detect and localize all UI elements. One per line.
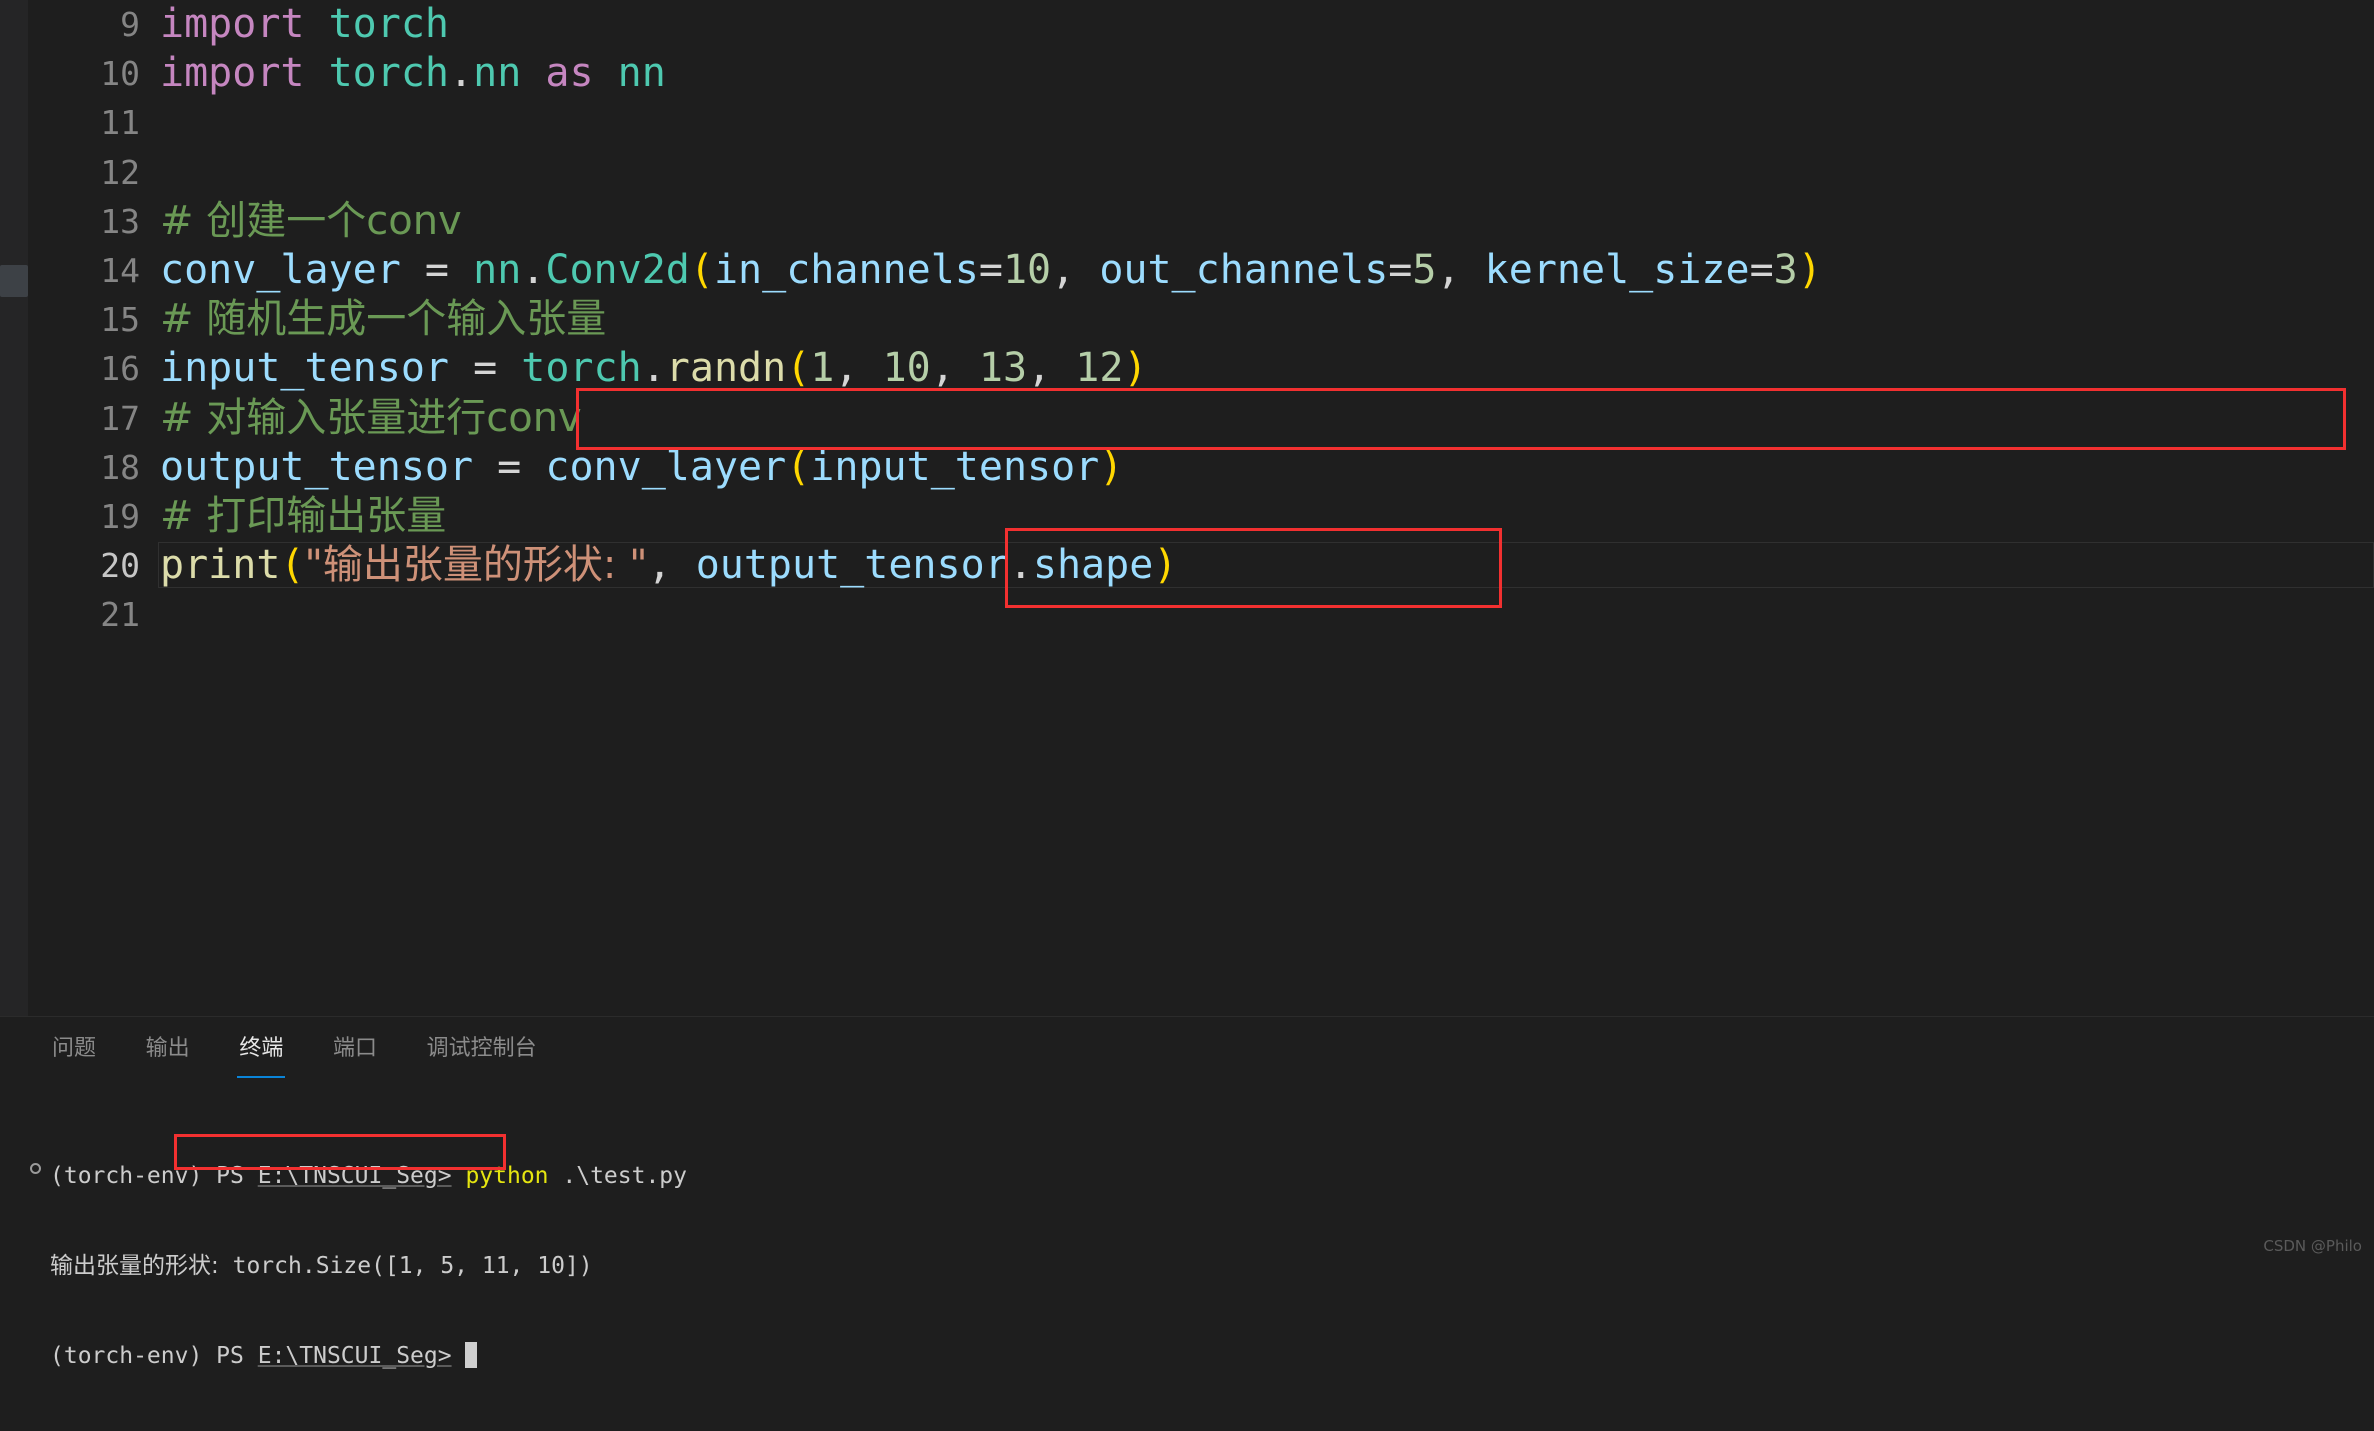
line-tokens: import torch <box>160 1 450 47</box>
terminal-prompt-prefix: (torch-env) PS <box>50 1343 258 1369</box>
line-number: 15 <box>100 300 140 340</box>
terminal-command-name: python <box>451 1163 549 1189</box>
terminal-output-value: torch.Size([1, 5, 11, 10]) <box>232 1253 593 1279</box>
code-editor[interactable]: 9 import torch 10 import torch.nn as nn … <box>0 0 2374 1016</box>
code-line[interactable]: 21 <box>28 590 2374 639</box>
terminal-path: E:\TNSCUI_Seg> <box>257 1343 452 1369</box>
tab-problems[interactable]: 问题 <box>50 1029 98 1069</box>
tab-ports[interactable]: 端口 <box>331 1029 379 1069</box>
terminal-row-command: (torch-env) PS E:\TNSCUI_Seg> python .\t… <box>50 1161 687 1191</box>
line-tokens: print("输出张量的形状: ", output_tensor.shape) <box>160 542 1178 589</box>
code-line[interactable]: 14 conv_layer = nn.Conv2d(in_channels=10… <box>28 246 2374 295</box>
line-tokens: input_tensor = torch.randn(1, 10, 13, 12… <box>160 345 1148 392</box>
annotation-text: batch不变，channel变为out_channels,w和h根据kerne… <box>933 963 2144 1016</box>
terminal-prompt-bullet-icon <box>30 1163 41 1174</box>
line-number: 19 <box>100 496 140 536</box>
code-line[interactable]: 19 # 打印输出张量 <box>28 492 2374 541</box>
tab-debug-console[interactable]: 调试控制台 <box>425 1029 539 1069</box>
watermark: CSDN @Philo <box>2263 1237 2362 1255</box>
tab-terminal[interactable]: 终端 <box>237 1029 286 1078</box>
line-tokens: output_tensor = conv_layer(input_tensor) <box>160 443 1124 490</box>
code-lines-container[interactable]: 9 import torch 10 import torch.nn as nn … <box>28 0 2374 1016</box>
code-line[interactable]: 13 # 创建一个conv <box>28 197 2374 246</box>
terminal-prompt-prefix: (torch-env) PS <box>50 1163 258 1189</box>
line-tokens: import torch.nn as nn <box>160 50 666 97</box>
terminal-output[interactable]: (torch-env) PS E:\TNSCUI_Seg> python .\t… <box>50 1101 687 1431</box>
line-comment: # 随机生成一个输入张量 <box>160 296 607 343</box>
code-line[interactable]: 16 input_tensor = torch.randn(1, 10, 13,… <box>28 344 2374 393</box>
terminal-row-prompt: (torch-env) PS E:\TNSCUI_Seg> <box>50 1341 687 1371</box>
line-comment: # 创建一个conv <box>160 197 462 244</box>
line-number: 18 <box>100 447 140 487</box>
code-line-current[interactable]: 20 print("输出张量的形状: ", output_tensor.shap… <box>28 541 2374 590</box>
scrollbar-thumb[interactable] <box>0 265 28 297</box>
line-number: 9 <box>120 5 140 44</box>
terminal-cursor <box>465 1342 478 1368</box>
line-number: 17 <box>100 398 140 438</box>
tab-output[interactable]: 输出 <box>144 1029 192 1069</box>
code-line[interactable]: 12 <box>28 148 2374 197</box>
line-number: 13 <box>100 201 140 241</box>
terminal-output-label: 输出张量的形状: <box>50 1253 219 1279</box>
line-number: 12 <box>100 152 140 192</box>
panel-tab-bar[interactable]: 问题 输出 终端 端口 调试控制台 <box>50 1029 575 1081</box>
terminal-row-output: 输出张量的形状: torch.Size([1, 5, 11, 10]) <box>50 1251 687 1281</box>
code-line[interactable]: 17 # 对输入张量进行conv <box>28 394 2374 443</box>
line-number: 16 <box>100 349 140 389</box>
bottom-panel[interactable]: 问题 输出 终端 端口 调试控制台 (torch-env) PS E:\TNSC… <box>0 1016 2374 1369</box>
code-line[interactable]: 15 # 随机生成一个输入张量 <box>28 295 2374 344</box>
line-comment: # 打印输出张量 <box>160 492 447 539</box>
line-number: 10 <box>100 54 140 94</box>
line-comment: # 对输入张量进行conv <box>160 394 582 441</box>
editor-left-gutter-strip <box>0 0 28 1016</box>
line-number: 21 <box>100 595 140 635</box>
line-number: 20 <box>100 546 140 586</box>
terminal-path: E:\TNSCUI_Seg> <box>257 1163 452 1189</box>
code-line[interactable]: 10 import torch.nn as nn <box>28 49 2374 98</box>
code-line[interactable]: 18 output_tensor = conv_layer(input_tens… <box>28 443 2374 492</box>
line-tokens: conv_layer = nn.Conv2d(in_channels=10, o… <box>160 246 1822 293</box>
terminal-command-args: .\test.py <box>548 1163 688 1189</box>
line-number: 11 <box>100 103 140 143</box>
code-line[interactable]: 11 <box>28 98 2374 147</box>
code-line[interactable]: 9 import torch <box>28 0 2374 49</box>
line-number: 14 <box>100 250 140 290</box>
